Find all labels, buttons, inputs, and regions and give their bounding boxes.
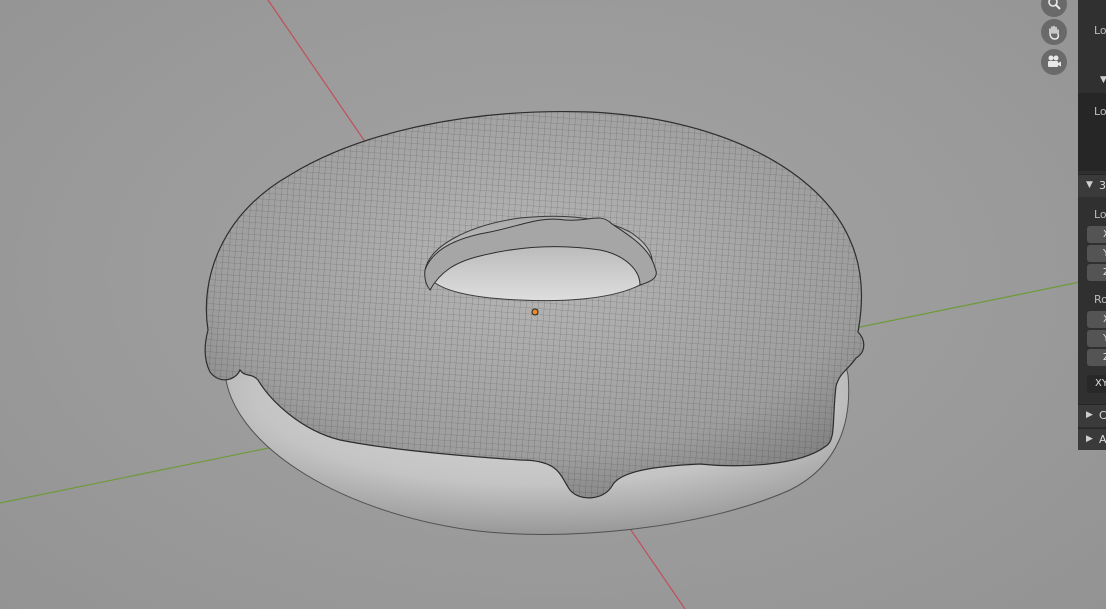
cursor-rotation-z-field[interactable]: Z (1087, 349, 1106, 366)
collapsed-section-c-title: C (1099, 409, 1106, 422)
viewport-scene[interactable] (0, 0, 1106, 609)
panel-subbox: Lo (1078, 93, 1106, 171)
rotation-mode-select[interactable]: XY (1087, 375, 1106, 393)
top-location-label: Lo (1094, 24, 1106, 37)
chevron-right-icon: ▶ (1086, 410, 1093, 420)
cursor-location-label: Lo (1094, 208, 1106, 221)
3d-viewport[interactable]: Lo ▼ Lo ▼ 3 Lo X Y Z Ro X Y Z XY ▶ C ▶ A (0, 0, 1106, 609)
pan-button[interactable] (1041, 19, 1067, 45)
subbox-location-label: Lo (1094, 105, 1106, 118)
collapsed-section-c-header[interactable]: ▶ C (1078, 404, 1106, 427)
object-origin[interactable] (531, 308, 539, 316)
3d-cursor-panel-title: 3 (1099, 179, 1106, 192)
camera-icon (1048, 55, 1061, 67)
chevron-down-icon: ▼ (1100, 75, 1106, 85)
cursor-rotation-label: Ro (1094, 293, 1106, 306)
cursor-location-y-field[interactable]: Y (1087, 245, 1106, 262)
cursor-rotation-y-field[interactable]: Y (1087, 330, 1106, 347)
cursor-location-z-field[interactable]: Z (1087, 264, 1106, 281)
sidebar-n-panel[interactable]: Lo ▼ Lo ▼ 3 Lo X Y Z Ro X Y Z XY ▶ C ▶ A (1078, 0, 1106, 450)
magnifier-icon (1048, 0, 1061, 10)
cursor-location-x-field[interactable]: X (1087, 226, 1106, 243)
hand-icon (1049, 25, 1060, 40)
collapsed-section-a-title: A (1099, 433, 1106, 446)
chevron-right-icon: ▶ (1086, 434, 1093, 444)
3d-cursor-panel-header[interactable]: ▼ 3 (1078, 174, 1106, 197)
cursor-rotation-x-field[interactable]: X (1087, 311, 1106, 328)
chevron-down-icon: ▼ (1086, 180, 1093, 190)
collapsed-panel-header[interactable]: ▼ (1078, 70, 1106, 92)
collapsed-section-a-header[interactable]: ▶ A (1078, 428, 1106, 450)
donut-object[interactable] (204, 110, 865, 535)
camera-view-button[interactable] (1041, 49, 1067, 75)
